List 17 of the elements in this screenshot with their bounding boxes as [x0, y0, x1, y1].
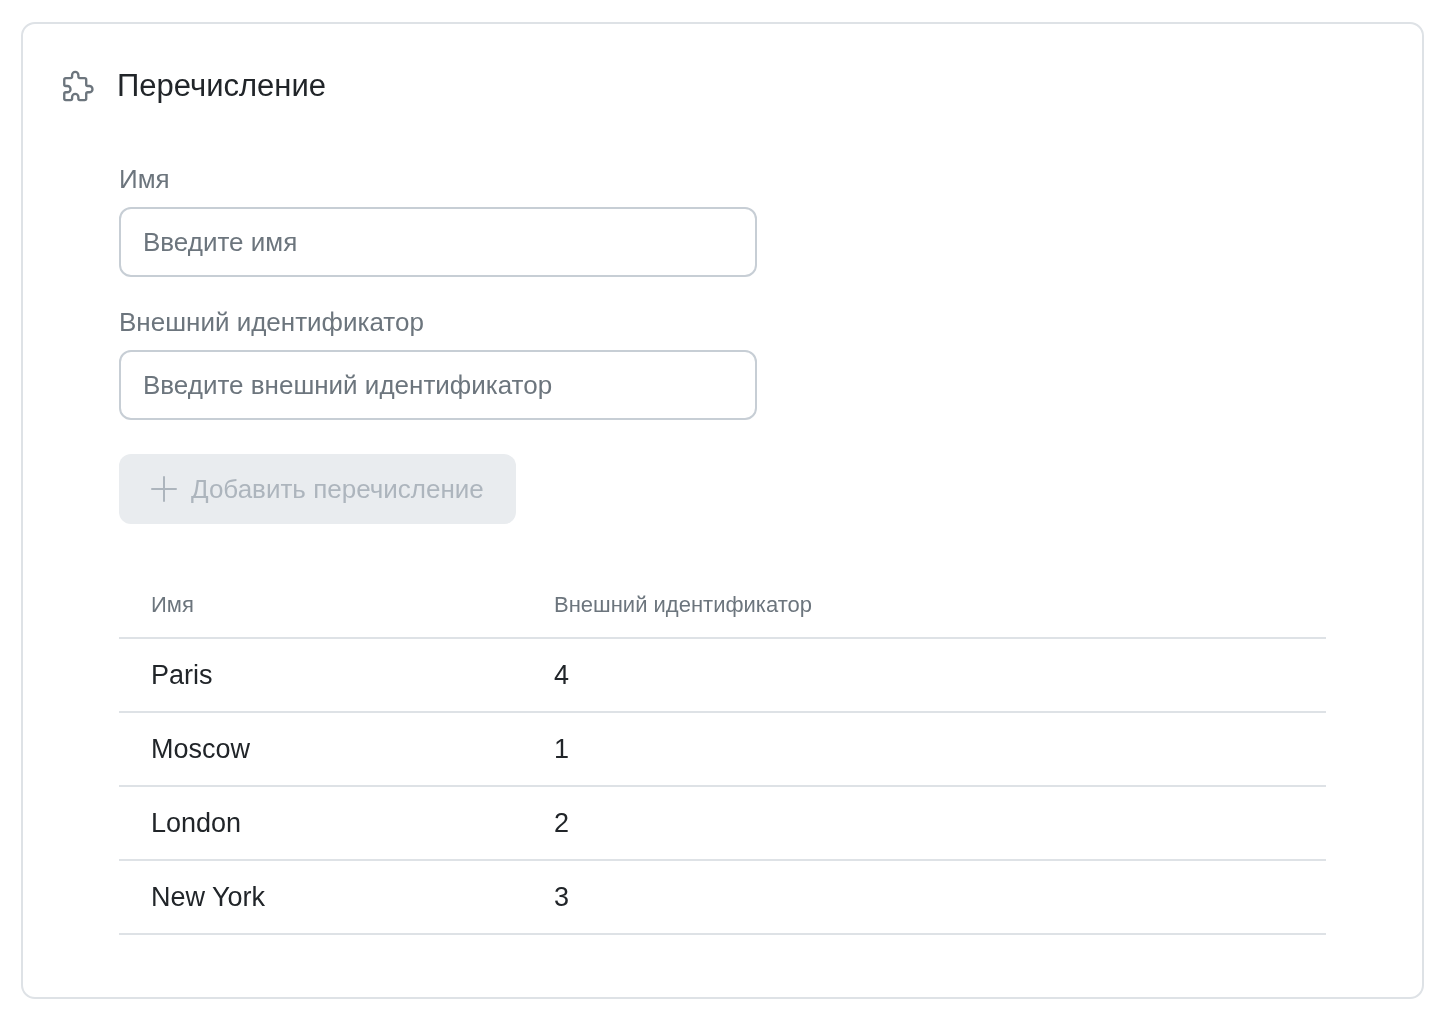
table-cell: 3: [522, 860, 1326, 934]
field-label: Внешний идентификатор: [119, 306, 424, 339]
table-cell: 4: [522, 638, 1326, 712]
table-cell: 1: [522, 712, 1326, 786]
field-label: Имя: [119, 163, 170, 196]
column-header: Имя: [119, 571, 522, 638]
card-title: Перечисление: [117, 68, 326, 104]
puzzle-icon: [63, 70, 95, 102]
text-input-field[interactable]: Введите внешний идентификатор: [119, 350, 757, 420]
table-cell: Moscow: [119, 712, 522, 786]
table-cell: 2: [522, 786, 1326, 860]
table-cell: London: [119, 786, 522, 860]
table-cell: New York: [119, 860, 522, 934]
text-input-field[interactable]: Введите имя: [119, 207, 757, 277]
column-header: Внешний идентификатор: [522, 571, 1326, 638]
plus-icon: [151, 476, 177, 502]
table-cell: Paris: [119, 638, 522, 712]
